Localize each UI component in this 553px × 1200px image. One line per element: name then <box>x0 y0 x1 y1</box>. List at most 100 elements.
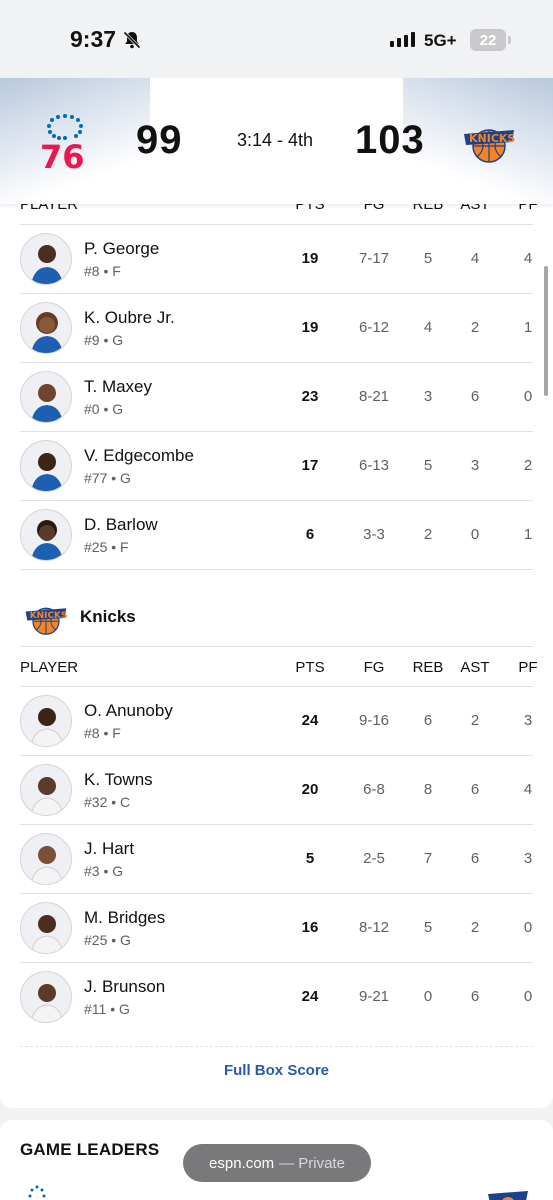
table-row[interactable]: O. Anunoby #8 • F 24 9-16 6 2 3 <box>20 686 533 755</box>
player-info: #11 • G <box>84 1001 130 1017</box>
table-row[interactable]: J. Hart #3 • G 5 2-5 7 6 3 <box>20 824 533 893</box>
col-player: PLAYER <box>20 659 79 676</box>
bell-slash-icon <box>122 30 142 55</box>
scrollbar[interactable] <box>544 266 548 396</box>
sixers-logo <box>26 1184 48 1200</box>
stat-reb: 2 <box>423 526 433 543</box>
stat-pts: 17 <box>301 457 319 474</box>
stat-pts: 19 <box>301 250 319 267</box>
stat-pts: 19 <box>301 319 319 336</box>
knicks-logo <box>486 1186 530 1200</box>
stat-pf: 0 <box>523 388 533 405</box>
stat-ast: 2 <box>470 319 480 336</box>
stat-reb: 6 <box>423 712 433 729</box>
stat-pts: 24 <box>301 988 319 1005</box>
divider <box>20 1046 533 1047</box>
full-box-score-link[interactable]: Full Box Score <box>0 1062 553 1079</box>
stat-pf: 4 <box>523 250 533 267</box>
knicks-header-row: PLAYER PTS FG REB AST PF <box>20 646 538 686</box>
stat-fg: 9-21 <box>358 988 390 1005</box>
player-name[interactable]: K. Oubre Jr. <box>84 308 175 328</box>
player-name[interactable]: O. Anunoby <box>84 701 173 721</box>
avatar <box>20 695 72 747</box>
stat-fg: 2-5 <box>363 850 385 867</box>
player-name[interactable]: J. Hart <box>84 839 134 859</box>
stat-pts: 23 <box>301 388 319 405</box>
player-name[interactable]: P. George <box>84 239 159 259</box>
player-info: #25 • G <box>84 932 131 948</box>
stat-ast: 3 <box>470 457 480 474</box>
stat-fg: 3-3 <box>363 526 385 543</box>
stat-pf: 4 <box>523 781 533 798</box>
battery-level: 22 <box>479 31 497 49</box>
stat-reb: 8 <box>423 781 433 798</box>
stat-ast: 6 <box>470 988 480 1005</box>
avatar <box>20 971 72 1023</box>
stat-reb: 0 <box>423 988 433 1005</box>
player-name[interactable]: D. Barlow <box>84 515 158 535</box>
stat-pf: 1 <box>523 526 533 543</box>
stat-fg: 8-12 <box>358 919 390 936</box>
stat-ast: 6 <box>470 850 480 867</box>
player-name[interactable]: M. Bridges <box>84 908 165 928</box>
network-type: 5G+ <box>424 31 457 50</box>
avatar <box>20 302 72 354</box>
stat-pts: 24 <box>301 712 319 729</box>
player-name[interactable]: V. Edgecombe <box>84 446 194 466</box>
table-row[interactable]: K. Towns #32 • C 20 6-8 8 6 4 <box>20 755 533 824</box>
stat-reb: 5 <box>423 457 433 474</box>
player-name[interactable]: K. Towns <box>84 770 153 790</box>
divider <box>20 569 533 570</box>
stat-reb: 3 <box>423 388 433 405</box>
stat-pf: 3 <box>523 850 533 867</box>
player-info: #3 • G <box>84 863 124 879</box>
table-row[interactable]: J. Brunson #11 • G 24 9-21 0 6 0 <box>20 962 533 1031</box>
player-info: #0 • G <box>84 401 124 417</box>
avatar <box>20 233 72 285</box>
col-fg: FG <box>363 659 385 676</box>
stat-ast: 0 <box>470 526 480 543</box>
player-info: #25 • F <box>84 539 129 555</box>
col-reb: REB <box>412 659 444 676</box>
sixers-logo[interactable]: 76 <box>38 114 90 176</box>
table-row[interactable]: D. Barlow #25 • F 6 3-3 2 0 1 <box>20 500 533 569</box>
battery-icon: 22 <box>470 29 511 51</box>
stat-pf: 2 <box>523 457 533 474</box>
stat-pf: 0 <box>523 919 533 936</box>
score-header: 76 99 3:14 - 4th 103 KNICKS <box>0 78 553 204</box>
stat-reb: 5 <box>423 919 433 936</box>
table-row[interactable]: P. George #8 • F 19 7-17 5 4 4 <box>20 224 533 293</box>
player-name[interactable]: J. Brunson <box>84 977 165 997</box>
stat-reb: 7 <box>423 850 433 867</box>
table-row[interactable]: V. Edgecombe #77 • G 17 6-13 5 3 2 <box>20 431 533 500</box>
player-info: #8 • F <box>84 263 121 279</box>
stat-fg: 7-17 <box>358 250 390 267</box>
stat-ast: 4 <box>470 250 480 267</box>
stat-pts: 16 <box>301 919 319 936</box>
table-row[interactable]: K. Oubre Jr. #9 • G 19 6-12 4 2 1 <box>20 293 533 362</box>
boxscore-card: PLAYER PTS FG REB AST PF P. George #8 • … <box>0 150 553 1108</box>
avatar <box>20 440 72 492</box>
player-name[interactable]: T. Maxey <box>84 377 152 397</box>
avatar <box>20 764 72 816</box>
stat-ast: 6 <box>470 388 480 405</box>
knicks-logo[interactable]: KNICKS <box>462 120 516 164</box>
stat-reb: 5 <box>423 250 433 267</box>
svg-text:KNICKS: KNICKS <box>469 132 515 145</box>
game-clock: 3:14 - 4th <box>237 130 314 150</box>
stat-fg: 8-21 <box>358 388 390 405</box>
stat-pts: 20 <box>301 781 319 798</box>
away-score: 103 <box>355 118 425 162</box>
stat-fg: 6-13 <box>358 457 390 474</box>
browser-url-pill[interactable]: espn.com — Private <box>183 1144 371 1182</box>
stat-fg: 6-8 <box>363 781 385 798</box>
col-pts: PTS <box>295 659 325 676</box>
col-pf: PF <box>518 659 538 676</box>
stat-fg: 6-12 <box>358 319 390 336</box>
stat-pts: 5 <box>305 850 315 867</box>
table-row[interactable]: M. Bridges #25 • G 16 8-12 5 2 0 <box>20 893 533 962</box>
avatar <box>20 833 72 885</box>
table-row[interactable]: T. Maxey #0 • G 23 8-21 3 6 0 <box>20 362 533 431</box>
svg-text:KNICKS: KNICKS <box>30 611 68 621</box>
knicks-team-heading: KNICKS Knicks <box>20 588 533 646</box>
